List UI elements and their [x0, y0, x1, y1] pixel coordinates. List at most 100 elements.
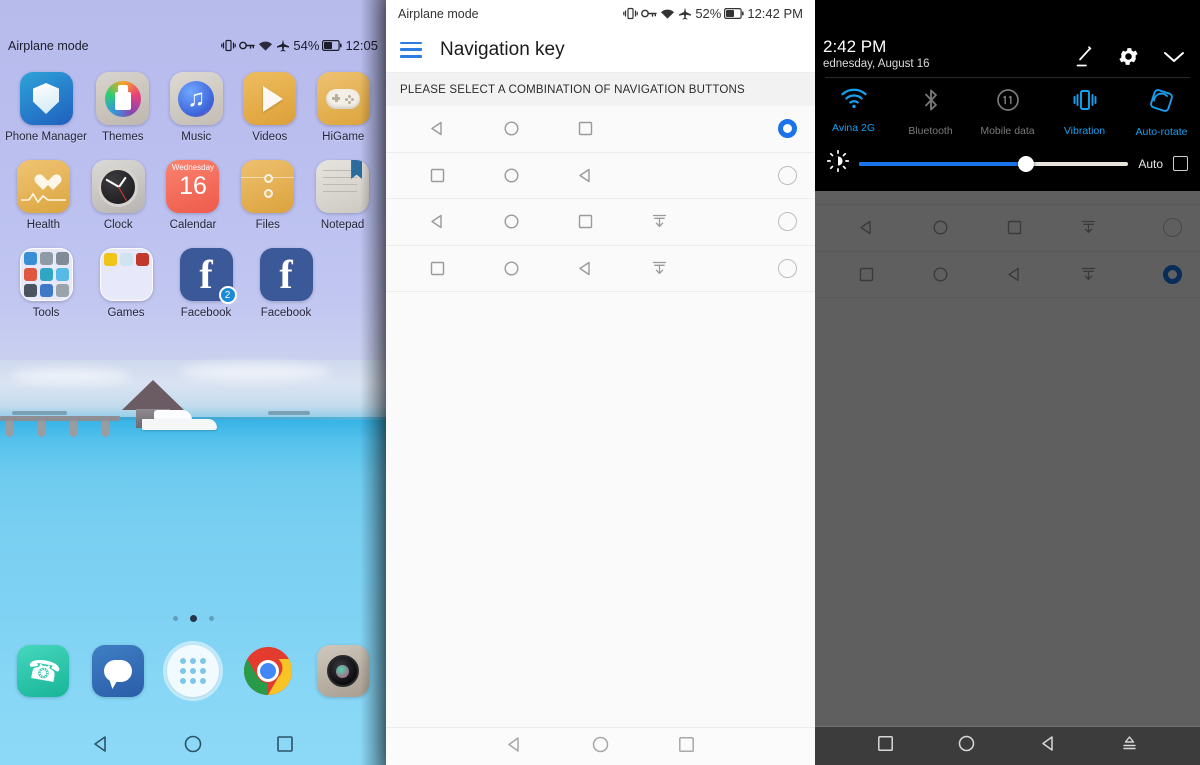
status-carrier-text: Airplane mode [8, 38, 89, 53]
gear-icon[interactable] [1117, 45, 1140, 73]
dock-item-chrome[interactable] [230, 645, 305, 697]
square-icon [400, 260, 474, 277]
page-dot[interactable] [208, 616, 214, 621]
app-label: Facebook [180, 307, 232, 319]
triangle-left-icon [548, 260, 622, 277]
videos-icon [243, 72, 297, 125]
settings-navigation-bar [386, 727, 815, 765]
app-label: Calendar [169, 219, 217, 231]
radio-option-3[interactable] [778, 212, 797, 232]
phone-icon: ☎ [17, 645, 70, 697]
wallpaper-boat [142, 408, 217, 430]
nav-combination-option-3[interactable] [386, 199, 815, 246]
hamburger-icon[interactable] [400, 41, 422, 58]
dock-item-messages[interactable] [81, 645, 156, 697]
app-row: Health Clock Wednesday 16 Calendar Files… [0, 160, 386, 231]
status-battery-percent: 52% [695, 6, 722, 21]
home-button[interactable] [957, 734, 976, 758]
battery-icon [724, 8, 744, 19]
app-icon-files[interactable]: Files [230, 160, 305, 231]
recents-button[interactable] [876, 734, 895, 758]
app-icon-health[interactable]: Health [6, 160, 81, 231]
dock-item-phone[interactable]: ☎ [6, 645, 81, 697]
home-dock: ☎ [0, 645, 386, 697]
app-icon-phone-manager[interactable]: Phone Manager [5, 72, 87, 143]
qs-tile-vibration[interactable]: Vibration [1046, 88, 1123, 138]
app-icon-facebook-1[interactable]: f 2 Facebook [166, 248, 246, 319]
recents-button[interactable] [275, 734, 295, 759]
app-icon-themes[interactable]: Themes [86, 72, 160, 143]
back-button[interactable] [91, 734, 111, 759]
back-button[interactable] [1039, 734, 1058, 758]
app-icon-videos[interactable]: Videos [233, 72, 307, 143]
auto-brightness-label: Auto [1138, 156, 1163, 171]
nav-combination-option-4[interactable] [386, 245, 815, 292]
app-drawer-icon [166, 645, 219, 697]
hide-navbar-button[interactable] [1120, 734, 1139, 758]
nav-combination-option-1[interactable] [386, 106, 815, 153]
wallpaper-cloud [10, 368, 130, 384]
home-page-indicator [0, 615, 386, 622]
radio-option-2[interactable] [778, 165, 797, 185]
wifi-icon [258, 40, 273, 52]
app-icon-clock[interactable]: Clock [81, 160, 156, 231]
airplane-icon [276, 39, 290, 52]
circle-icon [474, 213, 548, 230]
app-folder-tools[interactable]: Tools [6, 248, 86, 319]
facebook-icon: f [259, 248, 313, 301]
quick-settings-header: 2:42 PM ednesday, August 16 [815, 33, 1200, 77]
vibrate-icon [623, 7, 639, 20]
auto-rotate-icon [1149, 88, 1174, 118]
back-button[interactable] [505, 735, 524, 759]
vibrate-icon [221, 39, 237, 52]
notification-pull-icon [622, 260, 696, 277]
square-icon [400, 167, 474, 184]
triangle-left-icon [400, 120, 474, 137]
app-icon-facebook-2[interactable]: f Facebook [246, 248, 326, 319]
wallpaper-sea [0, 420, 386, 765]
vpn-key-icon [239, 40, 256, 51]
vibration-icon [1071, 88, 1099, 117]
nav-combination-option-2[interactable] [386, 152, 815, 199]
circle-icon [474, 260, 548, 277]
square-icon [548, 120, 622, 137]
status-clock: 12:42 PM [747, 6, 803, 21]
quick-settings-panel: 2:42 PM ednesday, August 16 Avina 2G Blu… [815, 0, 1200, 765]
app-folder-games[interactable]: Games [86, 248, 166, 319]
brightness-slider[interactable] [859, 155, 1129, 172]
radio-option-1[interactable] [778, 119, 797, 139]
home-button[interactable] [183, 734, 203, 759]
files-icon [241, 160, 295, 213]
app-icon-calendar[interactable]: Wednesday 16 Calendar [156, 160, 231, 231]
qs-tile-auto-rotate[interactable]: Auto-rotate [1123, 88, 1200, 138]
circle-icon [474, 120, 548, 137]
page-dot[interactable] [172, 616, 178, 621]
app-icon-music[interactable]: ♫ Music [160, 72, 234, 143]
qs-tile-mobile-data[interactable]: Mobile data [969, 88, 1046, 138]
dock-item-app-drawer[interactable] [156, 645, 231, 697]
edit-icon[interactable] [1073, 45, 1095, 73]
recents-button[interactable] [677, 735, 696, 759]
chevron-down-icon[interactable] [1162, 49, 1186, 70]
clock-icon [91, 160, 145, 213]
square-icon [548, 213, 622, 230]
qs-tile-wifi[interactable]: Avina 2G [815, 88, 892, 138]
radio-option-4[interactable] [778, 258, 797, 278]
app-label: Videos [252, 131, 288, 143]
qs-tile-bluetooth[interactable]: Bluetooth [892, 88, 969, 138]
phone-manager-icon [19, 72, 73, 125]
wallpaper-cloud [180, 363, 330, 381]
brightness-slider-knob[interactable] [1017, 155, 1034, 172]
home-screen-panel: Airplane mode 54% 12:05 [0, 0, 386, 765]
page-title: Navigation key [440, 38, 565, 60]
triangle-left-icon [548, 167, 622, 184]
auto-brightness-checkbox[interactable] [1173, 156, 1188, 171]
app-label: HiGame [322, 131, 365, 143]
app-label: Health [26, 219, 61, 231]
calendar-day: 16 [179, 172, 207, 200]
home-button[interactable] [591, 735, 610, 759]
app-label: Files [255, 219, 280, 231]
circle-icon [474, 167, 548, 184]
app-label: Clock [103, 219, 133, 231]
page-dot-active[interactable] [189, 615, 197, 622]
